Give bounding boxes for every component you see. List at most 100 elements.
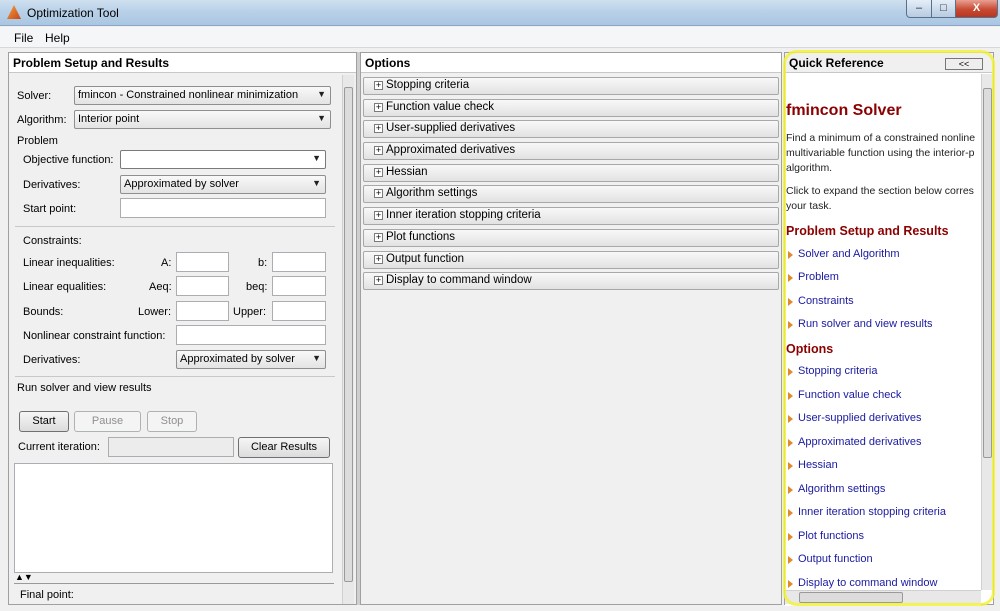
menu-file[interactable]: File [12,30,35,46]
b-vector-input[interactable] [272,252,326,272]
lower-bound-input[interactable] [176,301,229,321]
qr-link-algorithm-settings[interactable]: Algorithm settings [788,483,885,495]
upper-label: Upper: [233,306,267,318]
option-label: Inner iteration stopping criteria [386,209,541,221]
quickref-hscrollbar[interactable] [785,590,981,604]
aeq-matrix-input[interactable] [176,276,229,296]
qr-link-problem[interactable]: Problem [788,271,839,283]
expand-icon: + [374,123,383,133]
algorithm-value: Interior point [78,113,140,125]
qr-link-solver-algorithm[interactable]: Solver and Algorithm [788,248,900,260]
nonlinear-constraint-input[interactable] [176,325,326,345]
qr-link-run-solver[interactable]: Run solver and view results [788,318,933,330]
derivatives-label: Derivatives: [23,179,81,191]
option-plot-functions[interactable]: + Plot functions [363,229,779,247]
solver-select[interactable]: fmincon - Constrained nonlinear minimiza… [74,86,331,105]
expand-triangle-icon [788,486,793,494]
algorithm-select[interactable]: Interior point ▼ [74,110,331,129]
quickref-vscrollbar[interactable] [981,74,993,590]
splitter-arrows-icon[interactable]: ▲▼ [15,572,33,582]
qr-section-options: Options [786,342,834,356]
problem-setup-header: Problem Setup and Results [9,53,356,73]
stop-button[interactable]: Stop [147,411,197,432]
chevron-down-icon: ▼ [317,89,326,99]
nonlinear-constraint-label: Nonlinear constraint function: [23,330,166,342]
solver-label: Solver: [17,90,52,102]
divider [15,376,335,377]
beq-vector-input[interactable] [272,276,326,296]
scrollbar-thumb[interactable] [344,87,353,582]
qr-link-inner-iteration[interactable]: Inner iteration stopping criteria [788,506,946,518]
option-approximated-derivatives[interactable]: + Approximated derivatives [363,142,779,160]
qr-intro-line: Find a minimum of a constrained nonline [786,132,976,144]
setup-scrollbar[interactable] [342,75,354,604]
expand-triangle-icon [788,368,793,376]
final-point-label: Final point: [20,589,74,601]
expand-triangle-icon [788,392,793,400]
quick-reference-panel: Quick Reference << fmincon Solver Find a… [784,52,994,606]
scrollbar-thumb[interactable] [799,592,903,603]
derivatives-select[interactable]: Approximated by solver ▼ [120,175,326,194]
expand-triangle-icon [788,251,793,259]
upper-bound-input[interactable] [272,301,326,321]
option-label: Output function [386,253,464,265]
expand-triangle-icon [788,556,793,564]
option-user-supplied-derivatives[interactable]: + User-supplied derivatives [363,120,779,138]
qr-click-line: Click to expand the section below corres [786,185,974,197]
qr-link-user-supplied-derivatives[interactable]: User-supplied derivatives [788,412,922,424]
algorithm-label: Algorithm: [17,114,67,126]
option-label: Algorithm settings [386,187,478,199]
option-algorithm-settings[interactable]: + Algorithm settings [363,185,779,203]
b-label: b: [258,257,268,269]
divider [14,583,334,584]
qr-link-approximated-derivatives[interactable]: Approximated derivatives [788,436,922,448]
option-stopping-criteria[interactable]: + Stopping criteria [363,77,779,95]
constraints-label: Constraints: [23,235,82,247]
option-output-function[interactable]: + Output function [363,251,779,269]
options-panel: Options + Stopping criteria + Function val… [360,52,782,605]
option-label: Display to command window [386,274,532,286]
start-button[interactable]: Start [19,411,69,432]
minimize-button[interactable]: – [906,0,932,18]
solver-value: fmincon - Constrained nonlinear minimiza… [78,89,299,101]
option-hessian[interactable]: + Hessian [363,164,779,182]
chevron-down-icon: ▼ [312,153,321,163]
option-inner-iteration-stopping[interactable]: + Inner iteration stopping criteria [363,207,779,225]
close-button[interactable]: X [955,0,998,18]
scrollbar-thumb[interactable] [983,88,992,458]
qr-link-plot-functions[interactable]: Plot functions [788,530,864,542]
chevron-down-icon: ▼ [312,353,321,363]
option-function-value-check[interactable]: + Function value check [363,99,779,117]
qr-link-constraints[interactable]: Constraints [788,295,854,307]
expand-triangle-icon [788,509,793,517]
qr-link-stopping-criteria[interactable]: Stopping criteria [788,365,878,377]
maximize-button[interactable]: □ [931,0,956,18]
qr-click-line: your task. [786,200,832,212]
option-display-to-command-window[interactable]: + Display to command window [363,272,779,290]
collapse-button[interactable]: << [945,58,983,70]
expand-triangle-icon [788,580,793,588]
menu-help[interactable]: Help [43,30,72,46]
pause-button[interactable]: Pause [74,411,141,432]
objective-function-input[interactable]: ▼ [120,150,326,169]
results-textarea[interactable] [14,463,333,573]
qr-section-setup: Problem Setup and Results [786,224,949,238]
expand-icon: + [374,254,383,264]
derivatives-2-select[interactable]: Approximated by solver ▼ [176,350,326,369]
qr-link-hessian[interactable]: Hessian [788,459,838,471]
qr-link-display-command-window[interactable]: Display to command window [788,577,937,589]
a-matrix-input[interactable] [176,252,229,272]
problem-setup-panel: Problem Setup and Results Solver: fminco… [8,52,357,605]
chevron-down-icon: ▼ [317,113,326,123]
option-label: Stopping criteria [386,79,470,91]
window-title: Optimization Tool [27,6,119,20]
qr-link-function-value-check[interactable]: Function value check [788,389,901,401]
derivatives-2-value: Approximated by solver [180,353,295,365]
run-solver-label: Run solver and view results [17,382,152,394]
clear-results-button[interactable]: Clear Results [238,437,330,458]
a-label: A: [161,257,172,269]
start-point-label: Start point: [23,203,77,215]
qr-link-output-function[interactable]: Output function [788,553,873,565]
start-point-input[interactable] [120,198,326,218]
expand-triangle-icon [788,462,793,470]
